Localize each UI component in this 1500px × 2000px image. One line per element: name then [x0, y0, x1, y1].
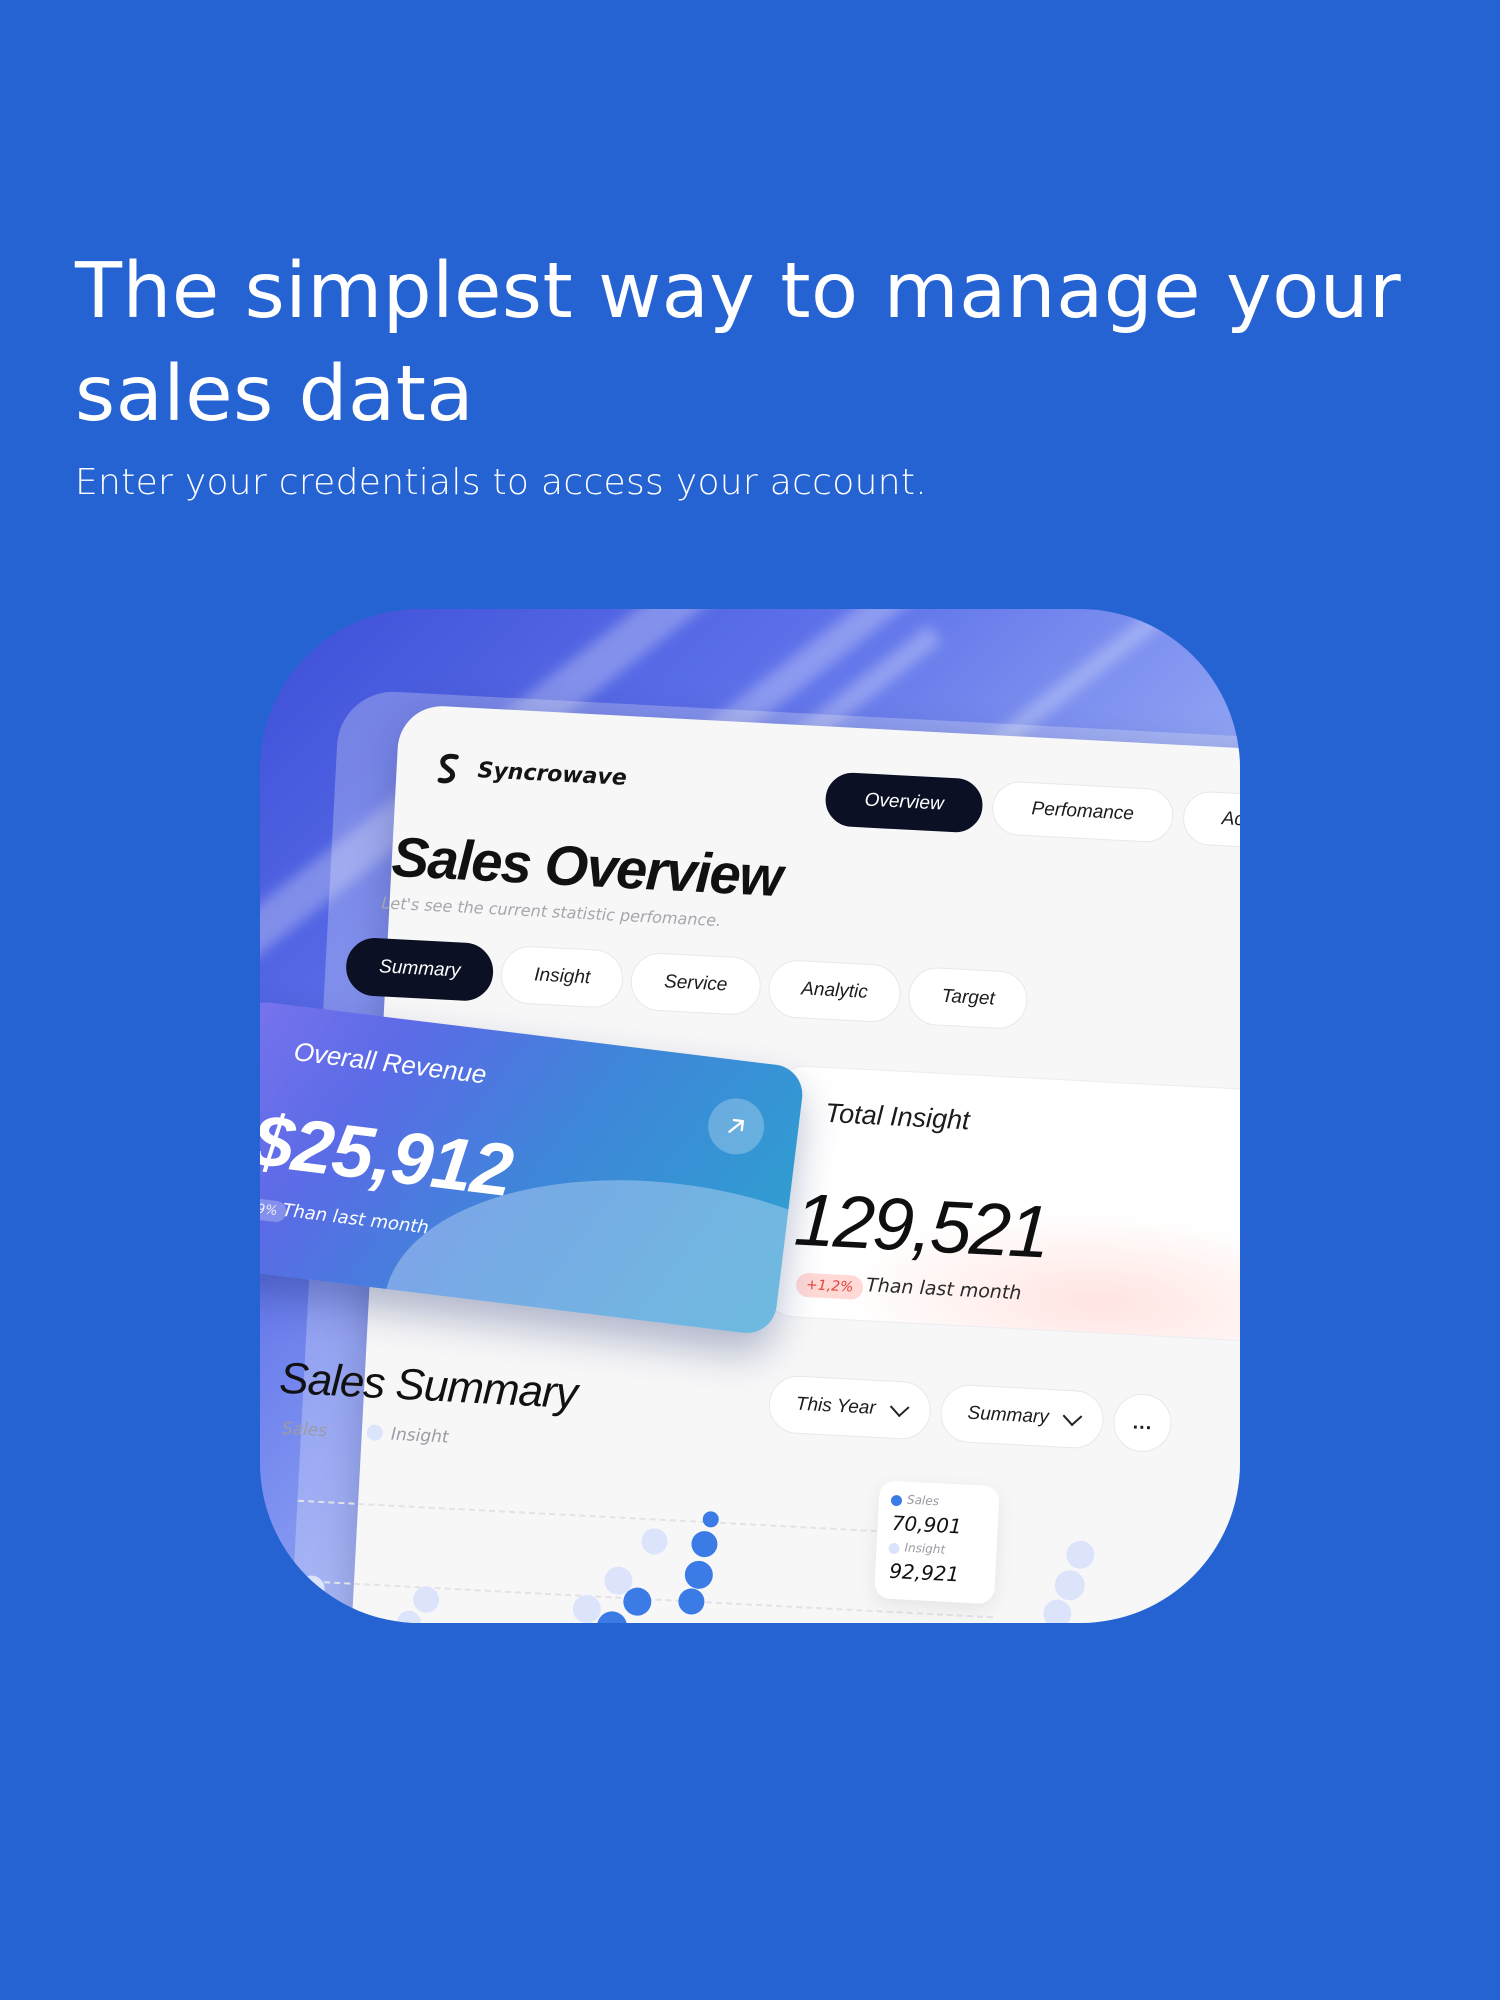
- chart-bubble: [596, 1610, 628, 1623]
- tab-performance[interactable]: Perfomance: [991, 780, 1175, 844]
- chart-bubble: [677, 1587, 706, 1616]
- chart-bubble: [622, 1586, 653, 1617]
- chart-bubble: [684, 1560, 714, 1590]
- chart-bubble: [1042, 1598, 1073, 1623]
- insight-dot-icon: [888, 1542, 900, 1555]
- sales-dot-icon: [890, 1494, 903, 1507]
- chart-bubble: [702, 1510, 720, 1528]
- insight-card-value: 129,521: [792, 1177, 1050, 1274]
- brand: Syncrowave: [431, 751, 628, 795]
- chart-bubble: [640, 1527, 669, 1556]
- legend-insight: Insight: [366, 1423, 449, 1448]
- revenue-card-title: Overall Revenue: [292, 1036, 489, 1090]
- chart-tooltip: Sales 70,901 Insight 92,921: [873, 1480, 1000, 1605]
- chevron-down-icon: [889, 1397, 910, 1418]
- chart-bubble: [572, 1594, 602, 1623]
- summary-dropdown[interactable]: Summary: [939, 1383, 1106, 1450]
- hero-subtitle: Enter your credentials to access your ac…: [75, 462, 927, 503]
- arrow-up-right-icon[interactable]: [704, 1095, 768, 1158]
- insight-change-badge: +1,2%: [795, 1272, 865, 1301]
- summary-filters: This Year Summary ...: [767, 1374, 1174, 1454]
- chart-bubble: [412, 1585, 440, 1614]
- chart-bubble: [396, 1610, 422, 1623]
- insight-dot-icon: [366, 1424, 384, 1442]
- hero-title: The simplest way to manage your sales da…: [75, 247, 1402, 439]
- year-dropdown[interactable]: This Year: [767, 1374, 933, 1441]
- revenue-card-value: $25,912: [260, 1097, 517, 1213]
- chart-bubble: [1065, 1540, 1096, 1570]
- tab-target[interactable]: Target: [907, 966, 1030, 1031]
- chevron-down-icon: [1062, 1406, 1083, 1427]
- brand-name: Syncrowave: [476, 757, 628, 791]
- legend-sales: Sales: [281, 1418, 328, 1442]
- tab-insight[interactable]: Insight: [499, 944, 625, 1010]
- tab-summary[interactable]: Summary: [344, 936, 495, 1003]
- revenue-card-caption: Than last month: [281, 1199, 430, 1239]
- chart-bubble: [1054, 1569, 1086, 1602]
- insight-card-title: Total Insight: [824, 1097, 971, 1136]
- tab-activity[interactable]: Activity: [1181, 790, 1240, 852]
- more-options-button[interactable]: ...: [1112, 1392, 1174, 1454]
- syncrowave-logo-icon: [437, 753, 459, 784]
- tab-overview[interactable]: Overview: [824, 771, 985, 834]
- tab-service[interactable]: Service: [629, 951, 762, 1017]
- top-tabs: Overview Perfomance Activity: [824, 771, 1240, 852]
- total-insight-card[interactable]: Total Insight 129,521 +1,2% Than last mo…: [758, 1063, 1240, 1346]
- dashboard-preview-image: Syncrowave Overview Perfomance Activity …: [260, 609, 1240, 1623]
- sub-tabs: Summary Insight Service Analytic Target: [344, 936, 1030, 1031]
- chart-bubble: [690, 1530, 719, 1558]
- tab-analytic[interactable]: Analytic: [766, 958, 903, 1024]
